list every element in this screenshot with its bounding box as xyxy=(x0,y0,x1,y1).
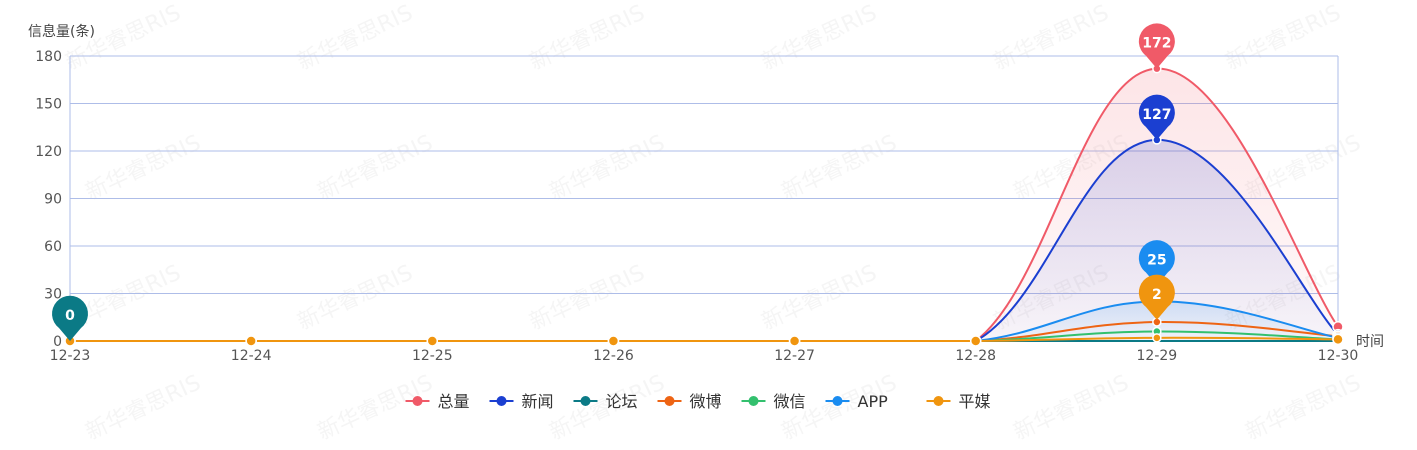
legend-label: 平媒 xyxy=(959,392,991,411)
watermark-text: 新华睿思RIS xyxy=(1222,0,1345,75)
pin-value-label: 127 xyxy=(1142,107,1171,123)
x-tick-label: 12-29 xyxy=(1137,348,1178,364)
watermark-text: 新华睿思RIS xyxy=(546,130,669,205)
x-tick-label: 12-23 xyxy=(50,348,91,364)
data-point xyxy=(1332,333,1344,346)
legend-marker xyxy=(412,396,423,406)
watermark-text: 新华睿思RIS xyxy=(82,370,205,445)
y-tick-label: 60 xyxy=(44,239,62,255)
legend-label: 总量 xyxy=(438,392,470,411)
watermark-text: 新华睿思RIS xyxy=(294,0,417,75)
pin-value-label: 0 xyxy=(65,308,75,324)
legend-label: 新闻 xyxy=(522,392,554,411)
y-tick-label: 120 xyxy=(35,144,62,160)
legend-marker xyxy=(933,396,944,406)
baseline-point xyxy=(788,335,801,347)
pin-value-label: 172 xyxy=(1142,36,1171,52)
x-tick-label: 12-28 xyxy=(955,348,996,364)
x-tick-label: 12-24 xyxy=(231,348,272,364)
legend-label: 微博 xyxy=(690,392,722,411)
data-point xyxy=(1152,333,1162,343)
y-axis-title: 信息量(条) xyxy=(28,23,95,40)
x-tick-label: 12-26 xyxy=(593,348,634,364)
legend-marker xyxy=(496,396,507,406)
baseline-point xyxy=(426,335,439,347)
legend-label: 论坛 xyxy=(606,392,638,411)
legend: 总量 新闻 论坛 微博 微信 APP 平媒 xyxy=(405,392,991,411)
x-tick-label: 12-25 xyxy=(412,348,453,364)
legend-label: APP xyxy=(858,392,889,411)
legend-label: 微信 xyxy=(774,392,806,411)
watermark-text: 新华睿思RIS xyxy=(990,0,1113,75)
x-axis-title: 时间 xyxy=(1356,334,1384,350)
watermark-text: 新华睿思RIS xyxy=(1010,370,1133,445)
watermark-text: 新华睿思RIS xyxy=(526,0,649,75)
trend-chart: 新华睿思RIS 新华睿思RIS 新华睿思RIS 新华睿思RIS 新华睿思RIS 新华睿思R… xyxy=(0,0,1417,450)
watermark-text: 新华睿思RIS xyxy=(294,260,417,335)
legend-item-4: 微信 xyxy=(741,392,806,411)
watermark-text: 新华睿思RIS xyxy=(314,130,437,205)
watermark-text: 新华睿思RIS xyxy=(1242,370,1365,445)
watermark-text: 新华睿思RIS xyxy=(778,130,901,205)
y-tick-label: 180 xyxy=(35,49,62,65)
legend-item-3: 微博 xyxy=(657,392,722,411)
baseline-point xyxy=(245,335,257,347)
legend-item-1: 新闻 xyxy=(489,392,554,411)
x-tick-label: 12-27 xyxy=(774,348,815,364)
legend-marker xyxy=(832,396,843,406)
pin-value-label: 25 xyxy=(1147,252,1166,268)
watermark-text: 新华睿思RIS xyxy=(758,0,881,75)
watermark-text: 新华睿思RIS xyxy=(526,260,649,335)
chart-svg: 新华睿思RIS 新华睿思RIS 新华睿思RIS 新华睿思RIS 新华睿思RIS 新华睿思R… xyxy=(28,0,1384,445)
watermark-text: 新华睿思RIS xyxy=(758,260,881,335)
legend-marker xyxy=(664,396,675,406)
legend-marker xyxy=(580,396,591,406)
watermark-text: 新华睿思RIS xyxy=(82,130,205,205)
legend-marker xyxy=(748,396,759,406)
baseline-point xyxy=(969,335,982,347)
x-tick-label: 12-30 xyxy=(1318,348,1359,364)
watermark-text: 新华睿思RIS xyxy=(314,370,437,445)
y-tick-label: 90 xyxy=(44,192,62,208)
baseline-point xyxy=(607,335,620,347)
legend-item-6: 平媒 xyxy=(926,392,991,411)
y-tick-label: 150 xyxy=(35,97,62,113)
pin-value-label: 2 xyxy=(1152,287,1162,303)
